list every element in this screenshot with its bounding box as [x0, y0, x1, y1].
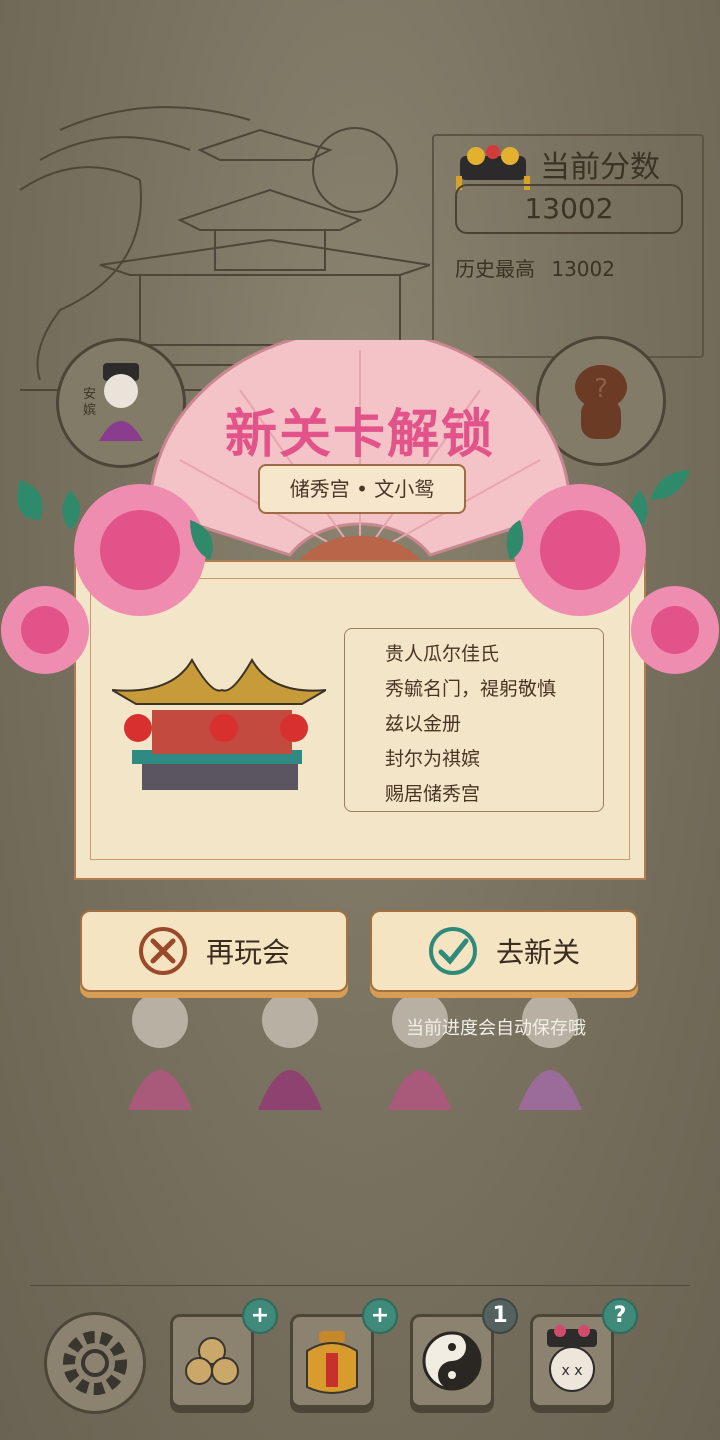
decree-line: 封尔为祺嫔	[385, 748, 481, 770]
yinyang-tool-button[interactable]	[410, 1314, 494, 1408]
best-score: 历史最高 13002	[455, 253, 615, 282]
avatar-label: 安嫔	[83, 387, 97, 418]
settings-button[interactable]	[44, 1312, 146, 1414]
jar-tool-button[interactable]	[290, 1314, 374, 1408]
score-title: 当前分数	[540, 150, 660, 185]
unlock-subtitle: 储秀宫 • 文小鸳	[258, 464, 466, 514]
peony-right-decoration	[506, 470, 719, 674]
decree-line: 兹以金册	[385, 713, 462, 735]
bottom-divider	[30, 1285, 690, 1286]
replay-label: 再玩会	[205, 936, 290, 969]
svg-text:x x: x x	[561, 1363, 582, 1379]
coins-add-badge[interactable]: +	[242, 1298, 278, 1334]
autosave-note: 当前进度会自动保存哦	[406, 1018, 586, 1039]
current-score: 13002	[455, 184, 683, 234]
jar-add-badge[interactable]: +	[362, 1298, 398, 1334]
yinyang-icon	[422, 1331, 482, 1391]
queen-face-icon: x x	[547, 1325, 597, 1392]
coins-icon	[185, 1337, 239, 1385]
peony-left-decoration	[1, 480, 213, 674]
coins-tool-button[interactable]	[170, 1314, 254, 1408]
unlock-title: 新关卡解锁	[224, 404, 495, 465]
next-level-label: 去新关	[495, 936, 580, 969]
question-icon: ?	[594, 374, 608, 404]
hint-tool-button[interactable]: x x	[530, 1314, 614, 1408]
replay-button[interactable]: 再玩会	[80, 910, 348, 992]
best-score-value: 13002	[551, 257, 615, 281]
next-level-button[interactable]: 去新关	[370, 910, 638, 992]
doll-row	[128, 992, 582, 1110]
help-badge[interactable]: ?	[602, 1298, 638, 1334]
best-score-label: 历史最高	[455, 257, 535, 281]
check-circle-icon	[428, 927, 477, 975]
decree-line: 赐居储秀宫	[385, 783, 481, 805]
jar-icon	[306, 1331, 358, 1394]
yinyang-count-badge: 1	[482, 1298, 518, 1334]
close-circle-icon	[138, 927, 187, 975]
gear-icon	[63, 1331, 127, 1395]
